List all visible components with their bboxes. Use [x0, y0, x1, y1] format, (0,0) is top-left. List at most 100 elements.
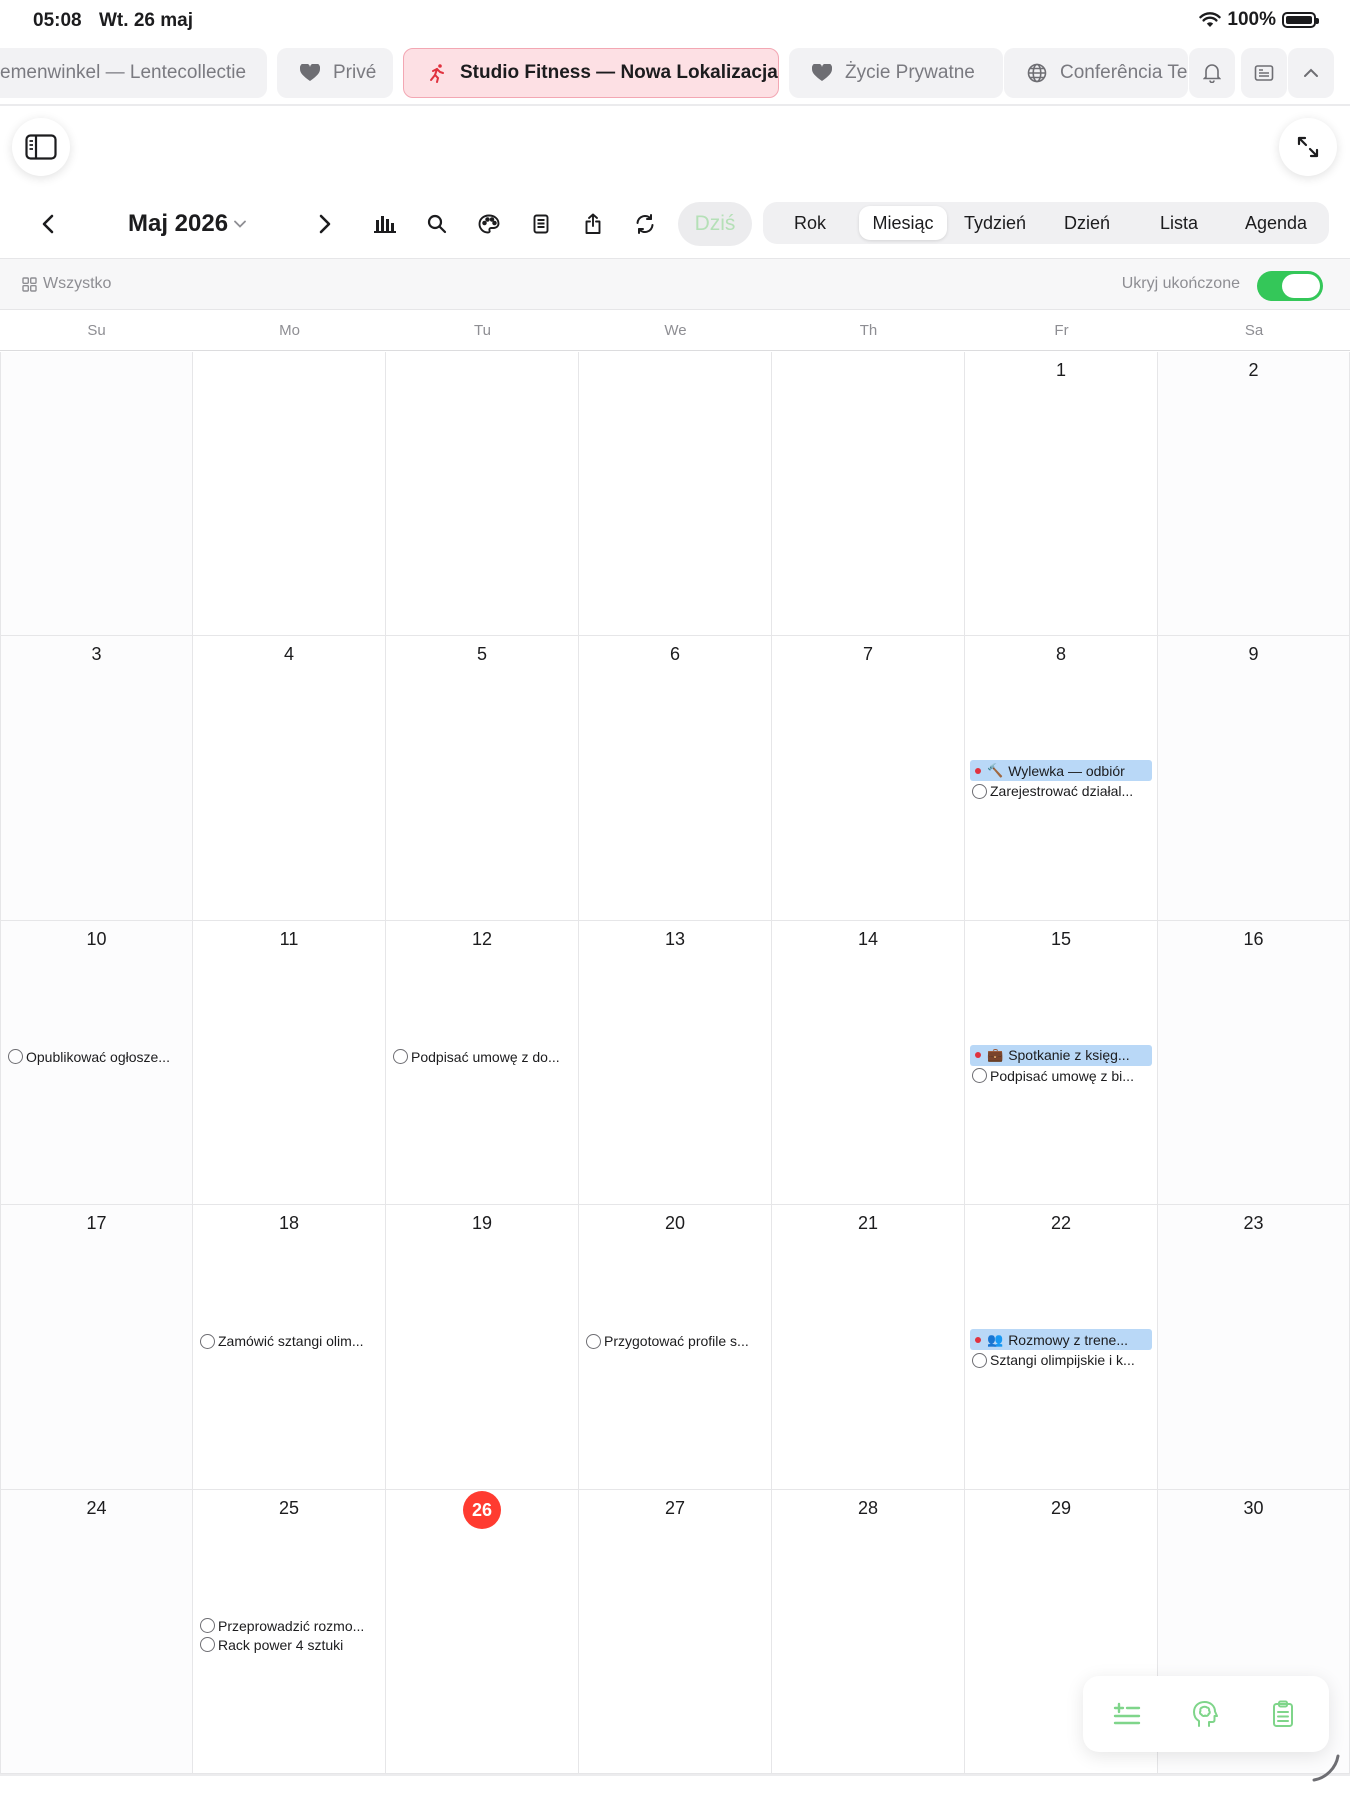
task-item[interactable]: Zamówić sztangi olim...: [200, 1331, 379, 1351]
task-checkbox[interactable]: [972, 783, 987, 799]
task-checkbox[interactable]: [393, 1049, 408, 1065]
day-cell-12[interactable]: 12 Podpisać umowę z do...: [386, 920, 579, 1206]
day-cell-20[interactable]: 20 Przygotować profile s...: [579, 1205, 772, 1490]
day-number: 23: [1243, 1213, 1264, 1234]
calendar-event[interactable]: 👥 Rozmowy z trene...: [970, 1329, 1152, 1351]
status-bar: 05:08 Wt. 26 maj 100%: [0, 0, 1350, 44]
day-number: 19: [471, 1213, 493, 1234]
view-day[interactable]: Dzień: [1043, 206, 1131, 240]
statistics-button[interactable]: [369, 208, 401, 240]
day-cell-1[interactable]: 1: [965, 352, 1158, 637]
today-day-number: 26: [463, 1490, 501, 1529]
day-cell-empty[interactable]: [0, 352, 193, 637]
day-cell-27[interactable]: 27: [579, 1489, 772, 1774]
day-number: 24: [86, 1497, 107, 1518]
sidebar-toggle-button[interactable]: [12, 118, 70, 176]
weekday-label: We: [664, 322, 687, 339]
task-checkbox[interactable]: [200, 1333, 215, 1349]
wifi-icon: [1199, 12, 1222, 27]
day-cell-26[interactable]: 26: [386, 1489, 579, 1774]
search-button[interactable]: [421, 208, 453, 240]
task-title: Podpisać umowę z bi...: [990, 1067, 1134, 1084]
day-cell-10[interactable]: 10 Opublikować ogłosze...: [0, 920, 193, 1206]
day-number: 30: [1243, 1497, 1264, 1518]
tab-conferencia[interactable]: Conferência Te: [1004, 48, 1188, 98]
task-item[interactable]: Podpisać umowę z bi...: [972, 1066, 1151, 1086]
tab-zycie-prywatne[interactable]: Życie Prywatne: [789, 48, 1003, 98]
day-cell-14[interactable]: 14: [772, 920, 965, 1206]
day-cell-2[interactable]: 2: [1158, 352, 1350, 637]
month-picker[interactable]: Maj 2026: [128, 210, 246, 238]
clipboard-button[interactable]: [1265, 1696, 1301, 1732]
day-cell-4[interactable]: 4: [193, 636, 386, 921]
day-cell-16[interactable]: 16: [1158, 920, 1350, 1206]
resize-handle-icon[interactable]: [1310, 1752, 1342, 1784]
next-month-button[interactable]: [309, 208, 341, 240]
task-item[interactable]: Opublikować ogłosze...: [8, 1047, 186, 1067]
newspaper-icon: [1254, 65, 1274, 81]
tab-prive[interactable]: Privé: [277, 48, 393, 98]
day-cell-22[interactable]: 22 👥 Rozmowy z trene... Sztangi olimpijskie…: [965, 1205, 1158, 1490]
previous-month-button[interactable]: [32, 208, 64, 240]
task-checkbox[interactable]: [586, 1333, 601, 1349]
day-cell-empty[interactable]: [772, 352, 965, 637]
task-item[interactable]: Przeprowadzić rozmo...: [200, 1616, 379, 1636]
day-cell-15[interactable]: 15 💼 Spotkanie z księg... Podpisać umowę z …: [965, 920, 1158, 1206]
day-cell-25[interactable]: 25 Przeprowadzić rozmo... Rack power 4 szt…: [193, 1489, 386, 1774]
tab-lentecollectie[interactable]: emenwinkel — Lentecollectie: [0, 48, 267, 98]
day-cell-13[interactable]: 13: [579, 920, 772, 1206]
task-checkbox[interactable]: [972, 1352, 987, 1368]
task-item[interactable]: Przygotować profile s...: [586, 1331, 765, 1351]
theme-button[interactable]: [473, 208, 505, 240]
task-item[interactable]: Sztangi olimpijskie i k...: [972, 1350, 1151, 1370]
view-week[interactable]: Tydzień: [947, 206, 1043, 240]
day-cell-18[interactable]: 18 Zamówić sztangi olim...: [193, 1205, 386, 1490]
reader-button[interactable]: [1241, 48, 1287, 98]
day-cell-empty[interactable]: [193, 352, 386, 637]
calendar-event[interactable]: 🔨 Wylewka — odbiór: [970, 760, 1152, 782]
calendar-event[interactable]: 💼 Spotkanie z księg...: [970, 1044, 1152, 1066]
view-agenda[interactable]: Agenda: [1227, 206, 1325, 240]
day-cell-19[interactable]: 19: [386, 1205, 579, 1490]
collapse-tabs-button[interactable]: [1288, 48, 1334, 98]
sync-button[interactable]: [629, 208, 661, 240]
day-cell-9[interactable]: 9: [1158, 636, 1350, 921]
day-cell-empty[interactable]: [579, 352, 772, 637]
filter-all-button[interactable]: Wszystko: [22, 275, 111, 293]
day-cell-17[interactable]: 17: [0, 1205, 193, 1490]
event-color-dot: [975, 1336, 981, 1343]
tab-label: Privé: [333, 62, 377, 83]
event-emoji-icon: 💼: [987, 1047, 1004, 1063]
day-cell-3[interactable]: 3: [0, 636, 193, 921]
day-cell-7[interactable]: 7: [772, 636, 965, 921]
task-checkbox[interactable]: [200, 1618, 215, 1634]
day-cell-5[interactable]: 5: [386, 636, 579, 921]
day-cell-empty[interactable]: [386, 352, 579, 637]
hide-completed-toggle[interactable]: [1257, 271, 1323, 301]
day-cell-23[interactable]: 23: [1158, 1205, 1350, 1490]
today-button[interactable]: Dziś: [678, 202, 752, 246]
view-year[interactable]: Rok: [767, 206, 853, 240]
notes-button[interactable]: [525, 208, 557, 240]
add-task-button[interactable]: [1109, 1696, 1145, 1732]
ai-assistant-button[interactable]: [1187, 1696, 1223, 1732]
day-cell-24[interactable]: 24: [0, 1489, 193, 1774]
day-cell-11[interactable]: 11: [193, 920, 386, 1206]
day-cell-8[interactable]: 8 🔨 Wylewka — odbiór Zarejestrować działal.…: [965, 636, 1158, 921]
status-right: 100%: [1199, 9, 1319, 31]
view-list[interactable]: Lista: [1131, 206, 1227, 240]
day-cell-28[interactable]: 28: [772, 1489, 965, 1774]
notifications-button[interactable]: [1189, 48, 1235, 98]
task-item[interactable]: Podpisać umowę z do...: [393, 1047, 572, 1067]
day-cell-6[interactable]: 6: [579, 636, 772, 921]
task-checkbox[interactable]: [200, 1637, 215, 1653]
task-checkbox[interactable]: [972, 1068, 987, 1084]
task-checkbox[interactable]: [8, 1049, 23, 1065]
task-item[interactable]: Zarejestrować działal...: [972, 781, 1151, 801]
share-button[interactable]: [577, 208, 609, 240]
task-item[interactable]: Rack power 4 sztuki: [200, 1635, 379, 1655]
day-cell-21[interactable]: 21: [772, 1205, 965, 1490]
tab-studio-fitness[interactable]: Studio Fitness — Nowa Lokalizacja: [403, 48, 779, 98]
view-month[interactable]: Miesiąc: [859, 206, 947, 240]
fullscreen-button[interactable]: [1279, 118, 1337, 176]
